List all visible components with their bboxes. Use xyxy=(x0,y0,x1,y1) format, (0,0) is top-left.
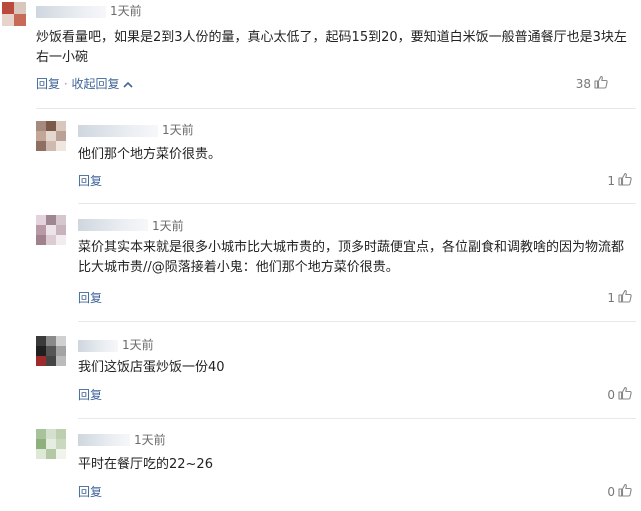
like-count: 0 xyxy=(607,388,615,402)
collapse-replies-button[interactable]: 收起回复 xyxy=(71,77,119,91)
avatar[interactable] xyxy=(36,429,66,459)
like-count: 38 xyxy=(575,77,591,91)
chevron-up-icon[interactable] xyxy=(123,78,133,92)
comment-actions: 回复 xyxy=(78,388,102,402)
like-button[interactable]: 38 xyxy=(576,75,608,93)
reply-button[interactable]: 回复 xyxy=(78,174,102,188)
like-count: 0 xyxy=(607,485,615,499)
reply-item: 1天前 平时在餐厅吃的22~26 回复 0 xyxy=(0,425,641,511)
reply-button[interactable]: 回复 xyxy=(78,388,102,402)
thumbs-up-icon[interactable] xyxy=(618,172,632,190)
reply-button[interactable]: 回复 xyxy=(78,485,102,499)
avatar[interactable] xyxy=(2,2,26,26)
avatar[interactable] xyxy=(36,336,66,366)
like-count: 1 xyxy=(607,291,615,305)
divider xyxy=(78,321,636,322)
username[interactable] xyxy=(36,6,106,18)
comment-actions: 回复 · 收起回复 xyxy=(36,77,133,92)
like-button[interactable]: 1 xyxy=(607,172,632,190)
username[interactable] xyxy=(78,219,148,231)
reply-item: 1天前 菜价其实本来就是很多小城市比大城市贵的，顶多时蔬便宜点，各位副食和调教啥… xyxy=(0,209,641,305)
comment-actions: 回复 xyxy=(78,174,102,188)
avatar[interactable] xyxy=(36,121,66,151)
comment-time: 1天前 xyxy=(110,4,142,18)
comment-time: 1天前 xyxy=(152,219,184,233)
reply-item: 1天前 他们那个地方菜价很贵。 回复 1 xyxy=(0,115,641,205)
comment-text: 菜价其实本来就是很多小城市比大城市贵的，顶多时蔬便宜点，各位副食和调教啥的因为物… xyxy=(78,240,625,275)
like-count: 1 xyxy=(607,174,615,188)
like-button[interactable]: 0 xyxy=(607,386,632,404)
divider xyxy=(78,203,636,204)
comment-text: 平时在餐厅吃的22~26 xyxy=(78,457,213,472)
divider xyxy=(36,108,636,109)
comment-time: 1天前 xyxy=(122,338,154,352)
avatar[interactable] xyxy=(36,215,66,245)
reply-button[interactable]: 回复 xyxy=(36,77,60,91)
reply-item: 1天前 我们这饭店蛋炒饭一份40 回复 0 xyxy=(0,330,641,420)
comment-actions: 回复 xyxy=(78,485,102,499)
username[interactable] xyxy=(78,125,158,137)
thumbs-up-icon[interactable] xyxy=(618,386,632,404)
comment-text: 他们那个地方菜价很贵。 xyxy=(78,147,222,162)
comment-text: 我们这饭店蛋炒饭一份40 xyxy=(78,360,225,375)
username[interactable] xyxy=(78,340,118,352)
comment-time: 1天前 xyxy=(162,123,194,137)
comment-time: 1天前 xyxy=(134,433,166,447)
comment-main: 1天前 炒饭看量吧，如果是2到3人份的量，真心太低了，起码15到20，要知道白米… xyxy=(0,0,641,105)
comment-text: 炒饭看量吧，如果是2到3人份的量，真心太低了，起码15到20，要知道白米饭一般普… xyxy=(36,30,627,65)
thumbs-up-icon[interactable] xyxy=(618,289,632,307)
like-button[interactable]: 0 xyxy=(607,483,632,501)
comment-actions: 回复 xyxy=(78,291,102,305)
thumbs-up-icon[interactable] xyxy=(618,483,632,501)
reply-button[interactable]: 回复 xyxy=(78,291,102,305)
thumbs-up-icon[interactable] xyxy=(594,75,608,93)
like-button[interactable]: 1 xyxy=(607,289,632,307)
username[interactable] xyxy=(78,434,130,446)
divider xyxy=(78,418,636,419)
